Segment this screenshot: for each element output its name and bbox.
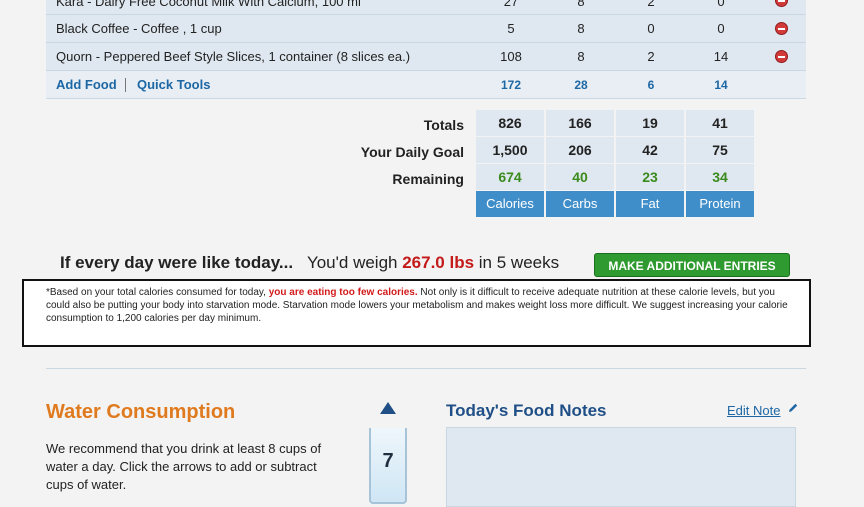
totals-fat: 19 — [616, 110, 684, 137]
remaining-calories: 674 — [476, 164, 544, 191]
notice-pre: *Based on your total calories consumed f… — [46, 287, 269, 298]
header-carbs: Carbs — [546, 191, 614, 217]
weight-forecast: If every day were like today... You'd we… — [60, 253, 559, 273]
header-calories: Calories — [476, 191, 544, 217]
delete-entry-icon[interactable] — [775, 0, 788, 7]
daily-goal-row: Your Daily Goal 1,500 206 42 75 — [0, 137, 864, 164]
totals-protein: 41 — [686, 110, 754, 137]
edit-note-link[interactable]: Edit Note — [727, 403, 780, 418]
goal-protein: 75 — [686, 137, 754, 164]
totals-row: Totals 826 166 19 41 — [0, 110, 864, 137]
food-carbs: 8 — [577, 21, 585, 36]
quick-tools-link[interactable]: Quick Tools — [137, 77, 210, 92]
food-calories: 5 — [507, 21, 515, 36]
totals-calories: 826 — [476, 110, 544, 137]
food-notes-title: Today's Food Notes — [446, 401, 607, 420]
pencil-icon[interactable] — [787, 402, 799, 414]
water-title: Water Consumption — [46, 401, 236, 423]
remaining-protein: 34 — [686, 164, 754, 191]
remaining-row: Remaining 674 40 23 34 — [0, 164, 864, 191]
section-divider — [46, 368, 806, 369]
food-carbs: 8 — [577, 0, 585, 9]
goal-calories: 1,500 — [476, 137, 544, 164]
link-divider — [125, 78, 126, 92]
food-diary-table: Kara - Dairy Free Coconut Milk With Calc… — [46, 0, 806, 99]
food-name[interactable]: Kara - Dairy Free Coconut Milk With Calc… — [56, 0, 361, 9]
food-fat: 2 — [647, 0, 655, 9]
calorie-warning-notice: *Based on your total calories consumed f… — [22, 279, 811, 347]
table-row: Kara - Dairy Free Coconut Milk With Calc… — [46, 0, 806, 15]
food-carbs: 8 — [577, 49, 585, 64]
remaining-carbs: 40 — [546, 164, 614, 191]
header-fat: Fat — [616, 191, 684, 217]
remaining-fat: 23 — [616, 164, 684, 191]
goal-fat: 42 — [616, 137, 684, 164]
daily-goal-label: Your Daily Goal — [360, 144, 464, 160]
food-fat: 0 — [647, 21, 655, 36]
table-row: Black Coffee - Coffee , 1 cup 5 8 0 0 — [46, 15, 806, 43]
remaining-label: Remaining — [392, 171, 464, 187]
totals-carbs: 166 — [546, 110, 614, 137]
forecast-suffix: in 5 weeks — [478, 253, 560, 272]
forecast-lead: If every day were like today... — [60, 253, 294, 272]
food-protein: 14 — [713, 49, 729, 64]
table-row: Quorn - Peppered Beef Style Slices, 1 co… — [46, 43, 806, 71]
subtotal-carbs: 28 — [574, 78, 588, 92]
increase-water-arrow-icon[interactable] — [380, 402, 396, 414]
food-name[interactable]: Quorn - Peppered Beef Style Slices, 1 co… — [56, 49, 410, 64]
forecast-weight: 267.0 lbs — [402, 253, 475, 272]
column-headers-row: Calories Carbs Fat Protein — [0, 191, 864, 218]
food-protein: 0 — [717, 0, 725, 9]
delete-entry-icon[interactable] — [775, 50, 788, 63]
food-notes-box[interactable] — [446, 427, 796, 507]
goal-carbs: 206 — [546, 137, 614, 164]
water-cups-count: 7 — [382, 450, 394, 472]
food-name[interactable]: Black Coffee - Coffee , 1 cup — [56, 21, 222, 36]
header-protein: Protein — [686, 191, 754, 217]
totals-label: Totals — [423, 117, 464, 133]
food-fat: 2 — [647, 49, 655, 64]
food-calories: 108 — [500, 49, 522, 64]
forecast-prefix: You'd weigh — [306, 253, 398, 272]
subtotal-calories: 172 — [500, 78, 522, 92]
water-description: We recommend that you drink at least 8 c… — [46, 441, 322, 492]
subtotal-fat: 6 — [647, 78, 655, 92]
subtotal-protein: 14 — [714, 78, 728, 92]
make-additional-entries-button[interactable]: MAKE ADDITIONAL ENTRIES — [594, 253, 790, 277]
food-calories: 27 — [503, 0, 519, 9]
add-food-row: Add Food Quick Tools 172 28 6 14 — [46, 71, 806, 99]
food-protein: 0 — [717, 21, 725, 36]
add-food-link[interactable]: Add Food — [56, 77, 117, 92]
notice-text: *Based on your total calories consumed f… — [24, 281, 809, 325]
water-glass-icon: 7 — [369, 428, 407, 504]
notice-warning: you are eating too few calories. — [268, 287, 418, 298]
delete-entry-icon[interactable] — [775, 22, 788, 35]
